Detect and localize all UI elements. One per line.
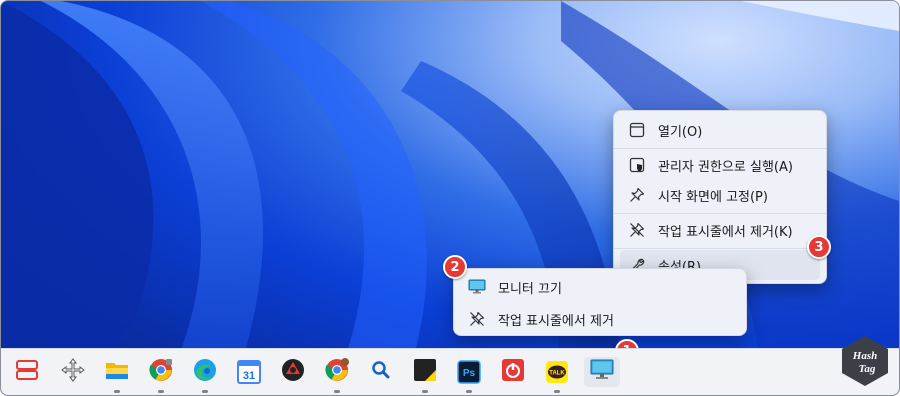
search-icon	[371, 360, 391, 384]
menu-item-label: 작업 표시줄에서 제거(K)	[658, 224, 793, 240]
jump-item-label: 모니터 끄기	[498, 281, 562, 297]
menu-item-label: 관리자 권한으로 실행(A)	[658, 159, 793, 175]
menu-item-label: 열기(O)	[658, 124, 703, 140]
taskbar-chrome[interactable]	[146, 357, 176, 393]
svg-text:TALK: TALK	[549, 371, 565, 377]
menu-separator	[614, 213, 826, 214]
taskbar-power[interactable]	[498, 357, 528, 387]
start-icon	[15, 358, 39, 386]
menu-item-open[interactable]: 열기(O)	[620, 115, 820, 145]
menu-separator	[614, 148, 826, 149]
admin-shield-icon	[628, 156, 646, 174]
jump-item-monitor-off[interactable]: 모니터 끄기	[460, 272, 740, 302]
chrome-profile-icon	[325, 358, 349, 386]
running-indicator	[114, 390, 120, 393]
step-badge-2: 2	[443, 255, 467, 279]
running-indicator	[158, 390, 164, 393]
taskbar: 31 Ps TALK	[1, 348, 899, 395]
svg-text:Hash: Hash	[852, 350, 877, 362]
taskbar-photoshop[interactable]: Ps	[454, 357, 484, 393]
running-indicator	[422, 390, 428, 393]
menu-item-pin-start[interactable]: 시작 화면에 고정(P)	[620, 180, 820, 210]
hashtag-logo: Hash Tag	[842, 336, 888, 386]
window-icon	[628, 121, 646, 139]
unpin-icon	[628, 221, 646, 239]
app-red-icon	[281, 358, 305, 386]
move-button[interactable]	[58, 357, 88, 387]
taskbar-kakaotalk[interactable]: TALK	[542, 357, 572, 393]
svg-text:31: 31	[243, 370, 255, 382]
jump-item-label: 작업 표시줄에서 제거	[498, 313, 614, 329]
taskbar-edge[interactable]	[190, 357, 220, 393]
menu-item-run-as-admin[interactable]: 관리자 권한으로 실행(A)	[620, 150, 820, 180]
desktop: 열기(O) 관리자 권한으로 실행(A) 시작 화면에 고정(P) 작업 표시줄…	[0, 0, 900, 396]
taskbar-file-explorer[interactable]	[102, 357, 132, 393]
step-badge-3: 3	[807, 235, 831, 259]
edge-icon	[193, 358, 217, 386]
pin-icon	[628, 186, 646, 204]
jump-list: 모니터 끄기 작업 표시줄에서 제거	[453, 268, 747, 336]
photoshop-icon: Ps	[457, 360, 481, 384]
taskbar-monitor-off[interactable]	[584, 357, 620, 387]
svg-text:Tag: Tag	[859, 363, 876, 375]
sticky-notes-icon	[413, 358, 437, 386]
taskbar-app-red[interactable]	[278, 357, 308, 387]
running-indicator	[554, 390, 560, 393]
running-indicator	[466, 390, 472, 393]
menu-item-label: 시작 화면에 고정(P)	[658, 189, 768, 205]
calendar-icon: 31	[237, 360, 261, 384]
taskbar-chrome-profile[interactable]	[322, 357, 352, 393]
menu-item-unpin-taskbar[interactable]: 작업 표시줄에서 제거(K)	[620, 215, 820, 245]
taskbar-sticky-notes[interactable]	[410, 357, 440, 393]
context-menu: 열기(O) 관리자 권한으로 실행(A) 시작 화면에 고정(P) 작업 표시줄…	[613, 110, 827, 284]
monitor-icon	[468, 278, 486, 296]
jump-item-unpin-taskbar[interactable]: 작업 표시줄에서 제거	[460, 304, 740, 334]
running-indicator	[334, 390, 340, 393]
svg-text:Ps: Ps	[463, 368, 476, 379]
file-explorer-icon	[105, 359, 129, 385]
power-icon	[501, 358, 525, 386]
unpin-icon	[468, 310, 486, 328]
kakaotalk-icon: TALK	[546, 361, 568, 383]
running-indicator	[202, 390, 208, 393]
start-button[interactable]	[12, 357, 42, 387]
taskbar-search[interactable]	[366, 357, 396, 387]
chrome-icon	[149, 358, 173, 386]
taskbar-calendar[interactable]: 31	[234, 357, 264, 387]
monitor-off-icon	[590, 359, 614, 385]
menu-separator	[614, 248, 826, 249]
move-icon	[61, 358, 85, 386]
